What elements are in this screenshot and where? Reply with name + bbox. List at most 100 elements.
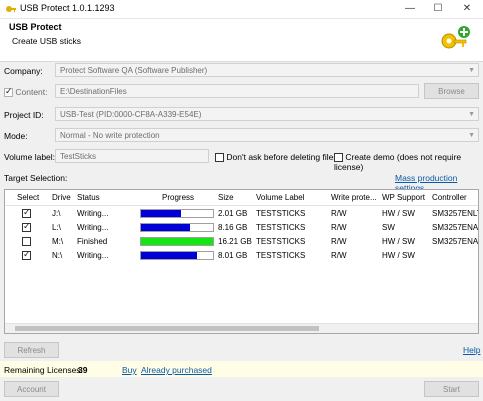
horizontal-scrollbar[interactable] — [5, 323, 478, 333]
mode-select[interactable]: Normal - No write protection ▼ — [55, 128, 479, 142]
title-bar: USB Protect 1.0.1.1293 — ☐ ✕ — [0, 0, 483, 19]
size-cell: 16.21 GB — [218, 237, 252, 246]
column-header-controller[interactable]: Controller — [432, 193, 467, 202]
write-cell: R/W — [331, 223, 347, 232]
license-bar: Remaining Licenses: 39 Buy Already purch… — [0, 361, 483, 377]
chevron-down-icon: ▼ — [468, 67, 475, 74]
help-link[interactable]: Help — [463, 345, 480, 355]
select-check-icon — [22, 207, 31, 219]
drive-cell: N:\ — [52, 251, 63, 260]
progress-fill — [141, 210, 181, 217]
start-button[interactable]: Start — [424, 381, 479, 397]
close-button[interactable]: ✕ — [453, 0, 481, 18]
account-button[interactable]: Account — [4, 381, 59, 397]
drive-cell: J:\ — [52, 209, 61, 218]
column-header-status[interactable]: Status — [77, 193, 100, 202]
volume-cell: TESTSTICKS — [256, 223, 306, 232]
page-subtitle: Create USB sticks — [12, 36, 81, 46]
column-header-write-protection[interactable]: Write prote... — [331, 193, 377, 202]
minimize-button[interactable]: — — [396, 0, 424, 18]
column-header-select[interactable]: Select — [17, 193, 39, 202]
license-count: 39 — [78, 365, 88, 375]
project-value: USB-Test (PID:0000-CF8A-A339-E54E) — [60, 110, 202, 119]
wp-support-cell: HW / SW — [382, 209, 415, 218]
row-select-checkbox[interactable] — [22, 207, 31, 219]
size-cell: 8.01 GB — [218, 251, 248, 260]
create-demo-label: Create demo (does not require license) — [334, 152, 462, 173]
mode-label: Mode: — [4, 131, 28, 141]
already-purchased-link[interactable]: Already purchased — [141, 365, 212, 375]
content-check-icon — [4, 86, 13, 98]
volume-field[interactable]: TestSticks — [55, 149, 209, 163]
progress-bar — [140, 251, 214, 260]
chevron-down-icon: ▼ — [468, 111, 475, 118]
column-header-size[interactable]: Size — [218, 193, 234, 202]
progress-bar — [140, 237, 214, 246]
table-row[interactable]: J:\ Writing... 2.01 GB TESTSTICKS R/W HW… — [5, 207, 478, 221]
row-select-checkbox[interactable] — [22, 221, 31, 233]
write-cell: R/W — [331, 209, 347, 218]
size-cell: 8.16 GB — [218, 223, 248, 232]
status-cell: Writing... — [77, 209, 109, 218]
project-select[interactable]: USB-Test (PID:0000-CF8A-A339-E54E) ▼ — [55, 107, 479, 121]
drive-cell: L:\ — [52, 223, 61, 232]
controller-cell: SM3257ENAA — [432, 237, 479, 246]
wp-support-cell: HW / SW — [382, 251, 415, 260]
column-header-drive[interactable]: Drive — [52, 193, 71, 202]
refresh-button[interactable]: Refresh — [4, 342, 59, 358]
size-cell: 2.01 GB — [218, 209, 248, 218]
target-list[interactable]: Select Drive Status Progress Size Volume… — [4, 189, 479, 334]
status-cell: Writing... — [77, 251, 109, 260]
volume-label: Volume label: — [4, 152, 56, 162]
table-row[interactable]: M:\ Finished 16.21 GB TESTSTICKS R/W HW … — [5, 235, 478, 249]
select-check-icon — [22, 221, 31, 233]
column-header-progress[interactable]: Progress — [162, 193, 194, 202]
create-demo-check-icon — [334, 153, 343, 163]
wp-support-cell: HW / SW — [382, 237, 415, 246]
target-selection-label: Target Selection: — [4, 173, 68, 183]
remaining-licenses-label: Remaining Licenses: — [4, 365, 83, 375]
write-cell: R/W — [331, 237, 347, 246]
content-checkbox[interactable]: Content: — [4, 86, 48, 98]
content-path-field[interactable]: E:\DestinationFiles — [55, 84, 419, 98]
progress-fill — [141, 224, 190, 231]
mode-value: Normal - No write protection — [60, 131, 160, 140]
usb-key-app-icon — [5, 3, 17, 17]
key-plus-logo-icon — [440, 24, 472, 56]
select-check-icon — [22, 249, 31, 261]
column-header-volume-label[interactable]: Volume Label — [256, 193, 304, 202]
dont-ask-label: Don't ask before deleting files — [226, 152, 338, 162]
write-cell: R/W — [331, 251, 347, 260]
content-path-value: E:\DestinationFiles — [60, 87, 127, 96]
company-select[interactable]: Protect Software QA (Software Publisher)… — [55, 63, 479, 77]
progress-bar — [140, 223, 214, 232]
row-select-checkbox[interactable] — [22, 249, 31, 261]
project-label: Project ID: — [4, 110, 44, 120]
create-demo-checkbox[interactable]: Create demo (does not require license) — [334, 152, 483, 172]
controller-cell: SM3257ENAA — [432, 223, 479, 232]
table-row[interactable]: N:\ Writing... 8.01 GB TESTSTICKS R/W HW… — [5, 249, 478, 263]
volume-cell: TESTSTICKS — [256, 209, 306, 218]
scrollbar-thumb[interactable] — [15, 326, 319, 331]
maximize-button[interactable]: ☐ — [424, 0, 452, 18]
status-cell: Finished — [77, 237, 108, 246]
column-header-wp-support[interactable]: WP Support — [382, 193, 425, 202]
header-panel: USB Protect Create USB sticks — [0, 19, 483, 62]
browse-button[interactable]: Browse — [424, 83, 479, 99]
buy-link[interactable]: Buy — [122, 365, 137, 375]
content-label: Content: — [15, 87, 48, 97]
window-title: USB Protect 1.0.1.1293 — [20, 3, 115, 13]
row-select-checkbox[interactable] — [22, 237, 31, 247]
progress-bar — [140, 209, 214, 218]
select-check-icon — [22, 237, 31, 247]
dont-ask-checkbox[interactable]: Don't ask before deleting files — [215, 152, 338, 163]
list-header: Select Drive Status Progress Size Volume… — [5, 190, 478, 206]
progress-fill — [141, 252, 198, 259]
controller-cell: SM3257ENLT — [432, 209, 479, 218]
progress-fill — [141, 238, 213, 245]
wp-support-cell: SW — [382, 223, 395, 232]
table-row[interactable]: L:\ Writing... 8.16 GB TESTSTICKS R/W SW… — [5, 221, 478, 235]
company-value: Protect Software QA (Software Publisher) — [60, 66, 208, 75]
status-cell: Writing... — [77, 223, 109, 232]
page-title: USB Protect — [9, 22, 62, 32]
